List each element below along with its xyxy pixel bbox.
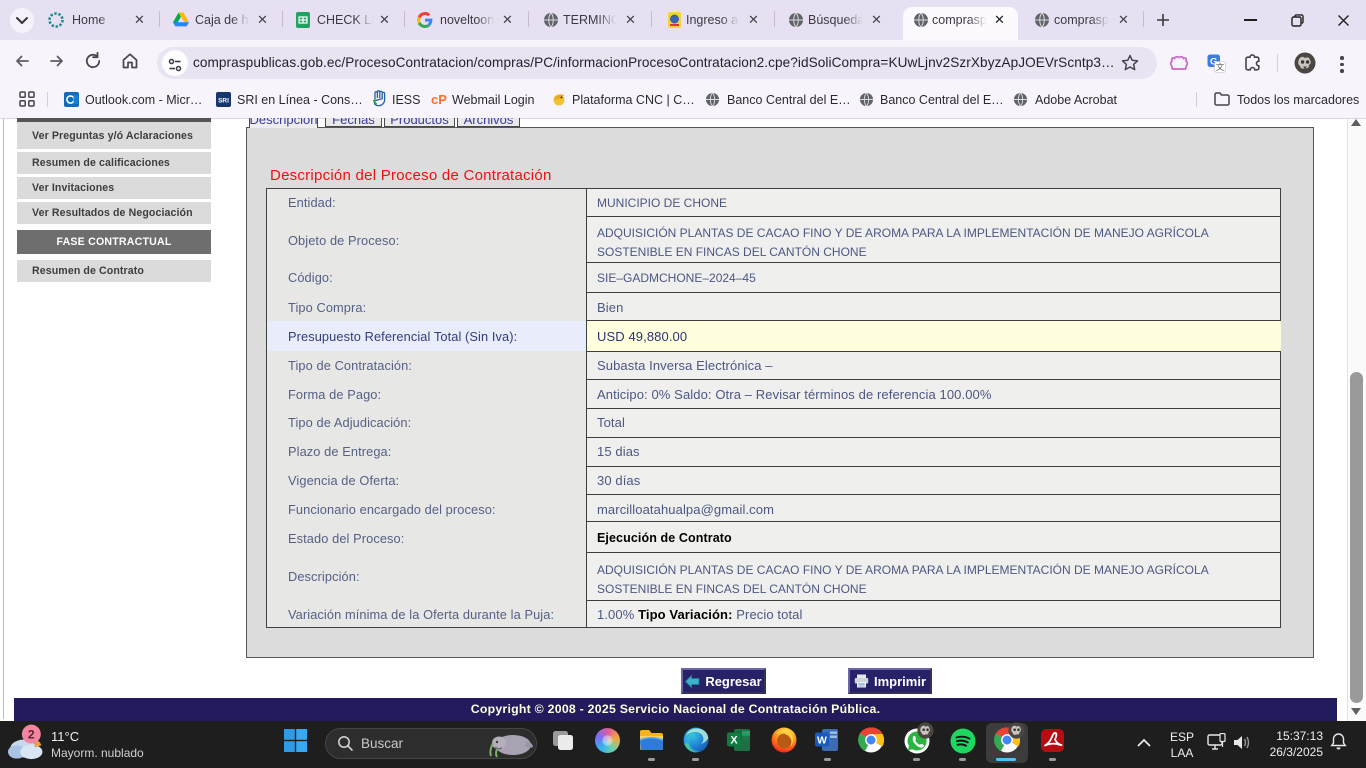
- svg-text:W: W: [817, 735, 827, 747]
- svg-text:cP: cP: [431, 92, 447, 107]
- svg-text:X: X: [730, 735, 738, 747]
- svg-text:文: 文: [1216, 62, 1225, 72]
- svg-text:SRI: SRI: [218, 98, 229, 105]
- svg-text:2: 2: [28, 728, 35, 742]
